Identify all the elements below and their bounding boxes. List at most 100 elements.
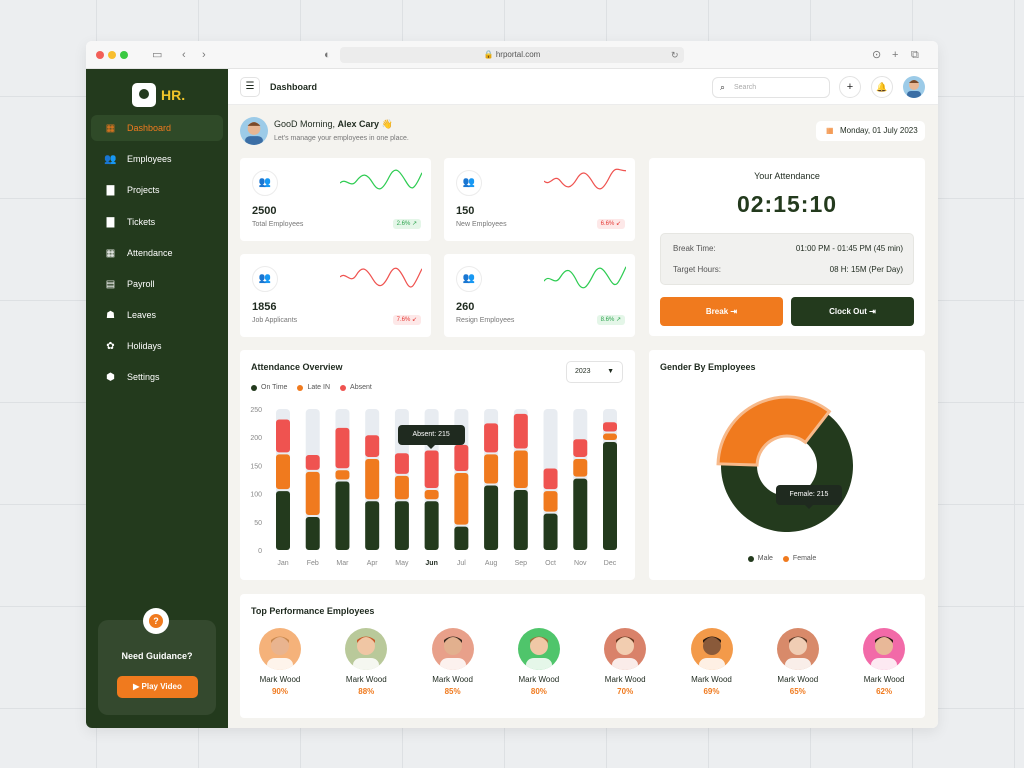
kpi-card: 👥 260 Resign Employees 8.6% ↗ — [444, 254, 635, 337]
sidebar-item-holidays[interactable]: ✿ Holidays — [91, 333, 223, 359]
bar-late-in-sep[interactable] — [513, 450, 528, 488]
employee-score: 88% — [358, 687, 375, 696]
pie-slice-female[interactable] — [716, 395, 832, 467]
y-tick-label: 200 — [250, 435, 262, 442]
bar-late-in-jan[interactable] — [276, 454, 290, 490]
employee-card[interactable]: Mark Wood 88% — [331, 628, 401, 696]
bar-on-time-feb[interactable] — [305, 517, 320, 550]
date-display[interactable]: ▦ Monday, 01 July 2023 — [816, 121, 925, 141]
trend-badge: 8.6% ↗ — [596, 315, 625, 325]
sidebar-item-projects[interactable]: ▇ Projects — [91, 177, 223, 203]
bar-on-time-jan[interactable] — [276, 491, 290, 550]
bar-late-in-feb[interactable] — [305, 471, 320, 516]
bar-on-time-mar[interactable] — [335, 481, 350, 551]
menu-button[interactable]: ☰ — [240, 77, 260, 97]
door-icon: ⇥ — [730, 307, 738, 316]
kpi-value: 150 — [456, 205, 475, 217]
users-icon: 👥 — [252, 170, 278, 196]
legend-item: Female — [782, 555, 816, 562]
sidebar-item-dashboard[interactable]: ▦ Dashboard — [91, 115, 223, 141]
bar-on-time-nov[interactable] — [573, 478, 588, 550]
employee-score: 85% — [444, 687, 461, 696]
browser-toolbar: ▭ ‹ › ◐ 🔒 hrportal.com ↻ ⊙ + ⧉ — [86, 41, 938, 69]
sidebar-item-payroll[interactable]: ▤ Payroll — [91, 271, 223, 297]
bar-late-in-oct[interactable] — [543, 491, 558, 512]
bar-absent-nov[interactable] — [573, 439, 588, 457]
maximize-window-button[interactable] — [120, 51, 128, 59]
greeting-avatar — [240, 117, 268, 145]
sidebar-item-attendance[interactable]: ▦ Attendance — [91, 240, 223, 266]
bar-absent-apr[interactable] — [365, 435, 380, 457]
logo-icon[interactable] — [132, 83, 156, 107]
bar-late-in-aug[interactable] — [484, 454, 499, 484]
clock-out-button[interactable]: Clock Out ⇥ — [791, 297, 914, 326]
y-tick-label: 0 — [258, 548, 262, 555]
bar-on-time-jul[interactable] — [454, 526, 469, 550]
trend-badge: 2.6% ↗ — [392, 219, 421, 229]
sparkline — [340, 267, 422, 288]
play-video-button[interactable]: ▶ Play Video — [117, 676, 198, 698]
bar-late-in-jun[interactable] — [424, 489, 439, 500]
employee-card[interactable]: Mark Wood 65% — [763, 628, 833, 696]
forward-icon[interactable]: › — [202, 49, 206, 61]
bar-absent-may[interactable] — [394, 453, 409, 474]
employee-card[interactable]: Mark Wood 80% — [504, 628, 574, 696]
bar-on-time-aug[interactable] — [484, 485, 499, 550]
shield-icon[interactable]: ◐ — [324, 49, 331, 61]
employee-name: Mark Wood — [259, 675, 301, 684]
employee-score: 90% — [271, 687, 288, 696]
employee-avatar — [345, 628, 388, 670]
bar-late-in-nov[interactable] — [573, 458, 588, 477]
bar-on-time-sep[interactable] — [513, 489, 528, 550]
sidebar-item-settings[interactable]: ⬢ Settings — [91, 364, 223, 390]
employee-name: Mark Wood — [345, 675, 387, 684]
employee-card[interactable]: Mark Wood 85% — [418, 628, 488, 696]
bar-late-in-may[interactable] — [394, 475, 409, 500]
bar-on-time-oct[interactable] — [543, 513, 558, 550]
bar-absent-jun[interactable] — [424, 450, 439, 488]
minimize-window-button[interactable] — [108, 51, 116, 59]
reload-icon[interactable]: ↻ — [671, 49, 679, 61]
bar-absent-jan[interactable] — [276, 419, 290, 453]
sidebar-item-leaves[interactable]: ☗ Leaves — [91, 302, 223, 328]
employee-card[interactable]: Mark Wood 69% — [677, 628, 747, 696]
employee-card[interactable]: Mark Wood 62% — [849, 628, 919, 696]
bar-absent-dec[interactable] — [603, 422, 617, 432]
notifications-button[interactable]: 🔔 — [871, 76, 893, 98]
bar-late-in-apr[interactable] — [365, 458, 380, 500]
x-tick-label: Aug — [485, 560, 498, 567]
bar-absent-sep[interactable] — [513, 413, 528, 449]
download-icon[interactable]: ⊙ — [872, 49, 881, 61]
back-icon[interactable]: ‹ — [182, 49, 186, 61]
address-bar[interactable]: 🔒 hrportal.com — [340, 47, 684, 63]
user-avatar[interactable] — [903, 76, 925, 98]
sidebar-toggle-icon[interactable]: ▭ — [152, 49, 162, 61]
break-time-value: 01:00 PM - 01:45 PM (45 min) — [795, 244, 903, 253]
employee-card[interactable]: Mark Wood 70% — [590, 628, 660, 696]
bar-absent-aug[interactable] — [484, 423, 499, 453]
new-tab-icon[interactable]: + — [892, 49, 898, 61]
bar-on-time-jun[interactable] — [424, 501, 439, 550]
employee-avatar — [517, 628, 560, 670]
break-button[interactable]: Break ⇥ — [660, 297, 783, 326]
sidebar-item-tickets[interactable]: ▇ Tickets — [91, 209, 223, 235]
bar-on-time-dec[interactable] — [603, 442, 617, 550]
bar-late-in-dec[interactable] — [603, 433, 617, 441]
search-input[interactable]: ⌕ Search — [712, 77, 830, 98]
bar-late-in-jul[interactable] — [454, 473, 469, 525]
x-tick-label: Mar — [336, 560, 349, 567]
tabs-overview-icon[interactable]: ⧉ — [911, 49, 919, 61]
employee-card[interactable]: Mark Wood 90% — [245, 628, 315, 696]
add-button[interactable]: + — [839, 76, 861, 98]
bar-on-time-apr[interactable] — [365, 501, 380, 550]
bar-late-in-mar[interactable] — [335, 470, 350, 480]
bar-absent-oct[interactable] — [543, 468, 558, 490]
video-icon: ▶ — [133, 682, 142, 691]
bar-absent-feb[interactable] — [305, 454, 320, 470]
sidebar-item-employees[interactable]: 👥 Employees — [91, 146, 223, 172]
bar-absent-jul[interactable] — [454, 444, 469, 472]
y-tick-label: 150 — [250, 463, 262, 470]
bar-on-time-may[interactable] — [394, 501, 409, 550]
close-window-button[interactable] — [96, 51, 104, 59]
bar-absent-mar[interactable] — [335, 427, 350, 469]
